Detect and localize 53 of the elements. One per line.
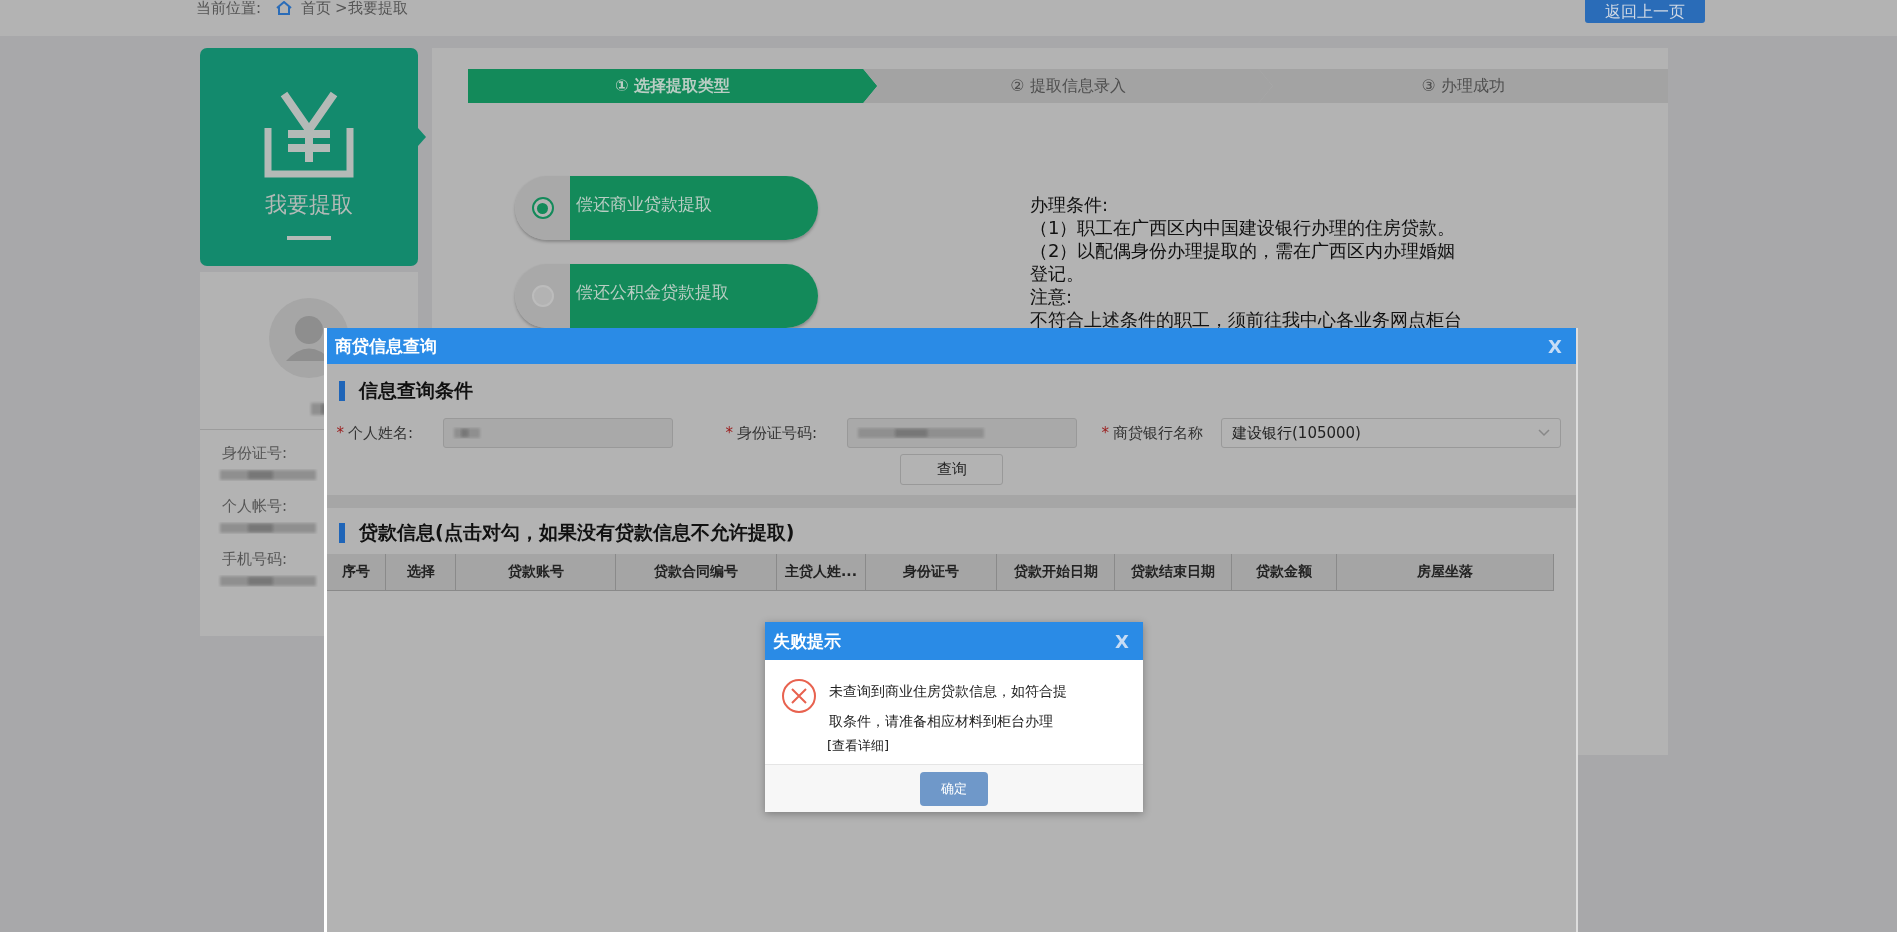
column-header: 序号 xyxy=(327,554,386,590)
input-field[interactable] xyxy=(847,418,1077,448)
field-label: 身份证号: xyxy=(222,444,289,463)
redacted-text xyxy=(452,425,482,441)
section-title: 信息查询条件 xyxy=(359,378,473,403)
details-link[interactable]: [查看详细] xyxy=(827,736,1143,756)
field-label: * 商贷银行名称 xyxy=(1100,423,1203,443)
breadcrumb-label: 当前位置: xyxy=(196,0,262,17)
field-label: 个人帐号: xyxy=(222,497,289,516)
close-button[interactable]: X xyxy=(1115,630,1129,652)
alert-title: 失败提示 xyxy=(773,629,841,653)
query-button[interactable]: 查询 xyxy=(900,454,1003,485)
section-marker xyxy=(339,381,345,401)
back-button[interactable]: 返回上一页 xyxy=(1585,0,1705,23)
field-label: 手机号码: xyxy=(222,550,289,569)
condition-text: 注意: xyxy=(1030,285,1074,308)
column-header: 贷款金额 xyxy=(1232,554,1337,590)
input-field[interactable] xyxy=(443,418,673,448)
column-header: 贷款开始日期 xyxy=(997,554,1115,590)
column-header: 房屋坐落 xyxy=(1337,554,1554,590)
condition-text: （1）职工在广西区内中国建设银行办理的住房贷款。 xyxy=(1030,216,1457,239)
condition-text: 办理条件: xyxy=(1030,193,1110,216)
home-icon xyxy=(275,1,294,15)
error-icon xyxy=(781,678,817,714)
radio-button[interactable] xyxy=(531,197,554,219)
bank-select[interactable]: 建设银行(105000) xyxy=(1221,418,1561,448)
alert-message: 未查询到商业住房贷款信息，如符合提取条件，请准备相应材料到柜台办理 xyxy=(829,682,1068,731)
field-label: * 身份证号码: xyxy=(724,423,817,443)
title-underline xyxy=(287,236,331,240)
dialog-title: 商贷信息查询 xyxy=(335,334,437,358)
withdraw-title: 我要提取 xyxy=(265,191,353,219)
condition-text: 不符合上述条件的职工，须前往我中心各业务网点柜台 xyxy=(1030,308,1463,331)
field-label: * 个人姓名: xyxy=(335,423,413,443)
breadcrumb-link[interactable]: 首页 xyxy=(301,0,332,17)
withdraw-option[interactable]: 偿还公积金贷款提取 xyxy=(515,264,818,328)
option-label: 偿还商业贷款提取 xyxy=(570,176,818,240)
breadcrumb-current: >我要提取 xyxy=(335,0,408,17)
column-header: 主贷人姓... xyxy=(777,554,866,590)
confirm-button[interactable]: 确定 xyxy=(920,771,988,806)
section-marker xyxy=(339,523,345,543)
withdraw-option[interactable]: 偿还商业贷款提取 xyxy=(515,176,818,240)
condition-text: （2）以配偶身份办理提取的，需在广西区内办理婚姻登记。 xyxy=(1030,239,1457,285)
column-header: 贷款结束日期 xyxy=(1115,554,1232,590)
close-button[interactable]: X xyxy=(1548,335,1562,357)
option-label: 偿还公积金贷款提取 xyxy=(570,264,818,328)
column-header: 选择 xyxy=(386,554,456,590)
column-header: 身份证号 xyxy=(866,554,997,590)
section-title: 贷款信息(点击对勾，如果没有贷款信息不允许提取) xyxy=(359,520,795,545)
column-header: 贷款账号 xyxy=(456,554,616,590)
column-header: 贷款合同编号 xyxy=(616,554,777,590)
yen-tray-icon xyxy=(264,90,354,178)
chevron-down-icon xyxy=(1538,429,1550,437)
withdraw-card[interactable]: 我要提取 xyxy=(200,48,418,266)
